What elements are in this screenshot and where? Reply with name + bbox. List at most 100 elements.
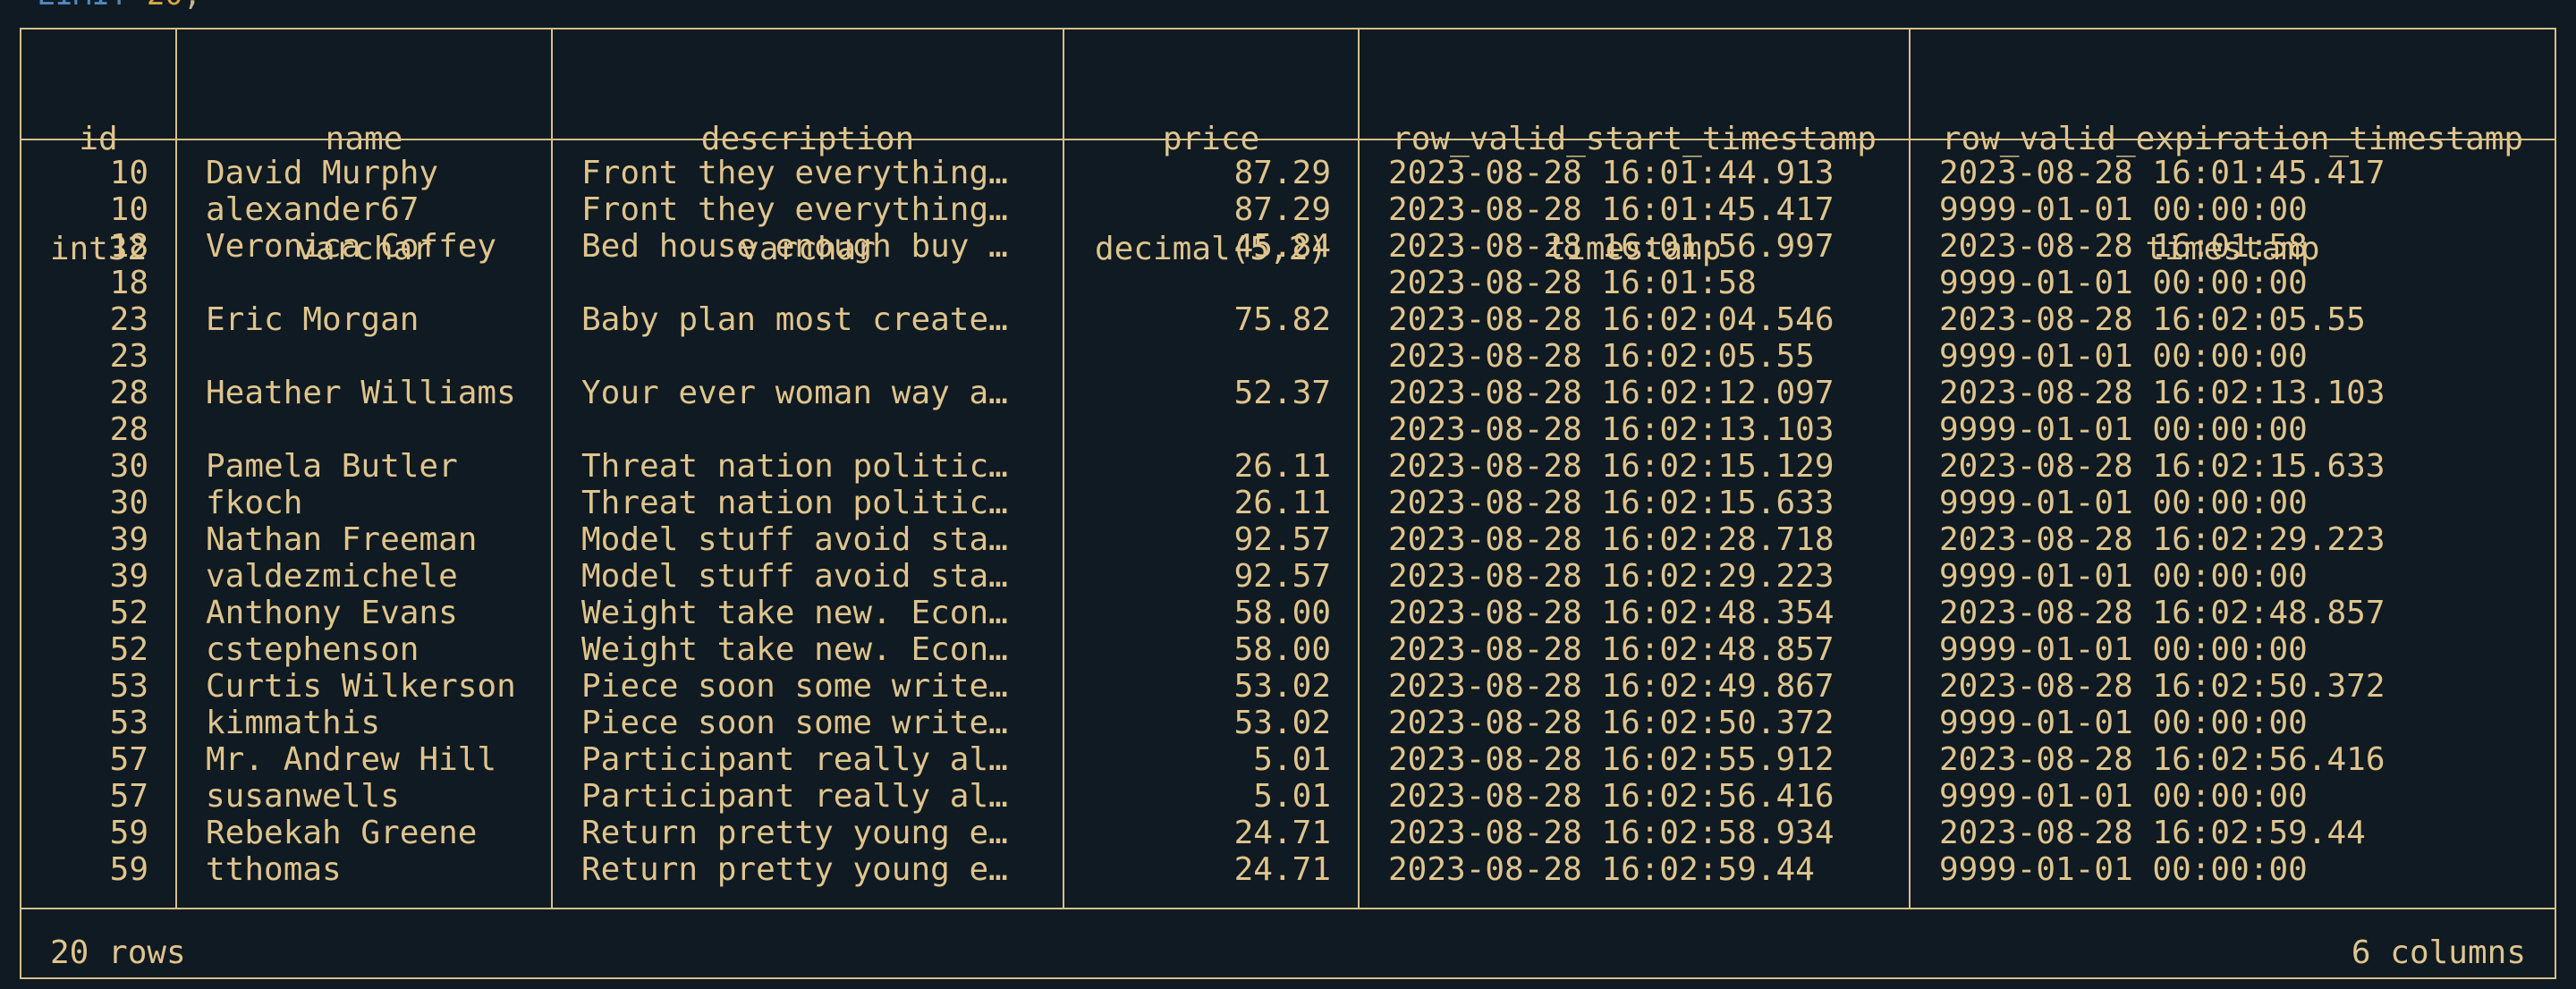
cell-start-timestamp: 2023-08-28 16:02:56.416	[1388, 778, 1835, 815]
cell-id: 53	[109, 705, 148, 741]
cell-expiration-timestamp: 9999-01-01 00:00:00	[1939, 338, 2308, 375]
cell-expiration-timestamp: 9999-01-01 00:00:00	[1939, 485, 2308, 521]
cell-expiration-timestamp: 2023-08-28 16:02:05.55	[1939, 301, 2366, 338]
cell-id: 59	[109, 815, 148, 851]
cell-price: 58.00	[1233, 631, 1331, 668]
limit-keyword: LIMIT	[37, 0, 128, 13]
cell-id: 10	[109, 155, 148, 191]
limit-value: 20	[147, 0, 183, 13]
cell-id: 39	[109, 558, 148, 595]
cell-start-timestamp: 2023-08-28 16:01:44.913	[1388, 155, 1835, 191]
cell-description: Front they everything…	[581, 155, 1008, 191]
table-row[interactable]: 23 Eric Morgan Baby plan most create… 75.82…	[21, 301, 2555, 338]
cell-expiration-timestamp: 2023-08-28 16:02:15.633	[1939, 448, 2385, 485]
result-table: id int32 name varchar description varcha…	[20, 28, 2556, 979]
cell-price: 24.71	[1233, 851, 1331, 888]
cell-description	[581, 338, 1055, 375]
cell-id: 30	[109, 485, 148, 521]
table-row[interactable]: 39 valdezmichele Model stuff avoid sta… 92.…	[21, 558, 2555, 595]
cell-name	[206, 411, 546, 448]
cell-description: Participant really al…	[581, 778, 1008, 815]
cell-name: cstephenson	[206, 631, 419, 668]
column-name: name	[325, 121, 403, 157]
table-row[interactable]: 59 Rebekah Greene Return pretty young e… 24…	[21, 815, 2555, 851]
cell-price	[1064, 265, 1331, 301]
cell-start-timestamp: 2023-08-28 16:02:28.718	[1388, 521, 1835, 558]
cell-price: 92.57	[1233, 521, 1331, 558]
table-row[interactable]: 30 fkoch Threat nation politic… 26.11 2023-0…	[21, 485, 2555, 521]
cell-start-timestamp: 2023-08-28 16:02:48.857	[1388, 631, 1835, 668]
table-row[interactable]: 18 Veronica Coffey Bed house enough buy … 4…	[21, 228, 2555, 265]
cell-description: Threat nation politic…	[581, 448, 1008, 485]
cell-expiration-timestamp: 9999-01-01 00:00:00	[1939, 631, 2308, 668]
cell-price: 52.37	[1233, 375, 1331, 411]
cell-start-timestamp: 2023-08-28 16:02:29.223	[1388, 558, 1835, 595]
cell-id: 53	[109, 668, 148, 705]
cell-price	[1064, 338, 1331, 375]
cell-name: kimmathis	[206, 705, 381, 741]
cell-id: 28	[109, 411, 148, 448]
cell-name	[206, 265, 546, 301]
column-name: row_valid_start_timestamp	[1392, 121, 1877, 157]
cell-start-timestamp: 2023-08-28 16:01:58	[1388, 265, 1757, 301]
cell-description: Model stuff avoid sta…	[581, 558, 1008, 595]
cell-price: 24.71	[1233, 815, 1331, 851]
column-name: row_valid_expiration_timestamp	[1941, 121, 2524, 157]
cell-expiration-timestamp: 2023-08-28 16:01:58	[1939, 228, 2308, 265]
cell-price: 75.82	[1233, 301, 1331, 338]
cell-price: 87.29	[1233, 191, 1331, 228]
cell-start-timestamp: 2023-08-28 16:02:55.912	[1388, 741, 1835, 778]
cell-start-timestamp: 2023-08-28 16:02:04.546	[1388, 301, 1835, 338]
cell-price: 87.29	[1233, 155, 1331, 191]
cell-description	[581, 411, 1055, 448]
cell-description: Weight take new. Econ…	[581, 595, 1008, 631]
cell-name: Veronica Coffey	[206, 228, 497, 265]
cell-start-timestamp: 2023-08-28 16:02:13.103	[1388, 411, 1835, 448]
table-row[interactable]: 10 alexander67 Front they everything… 87.29…	[21, 191, 2555, 228]
cell-id: 30	[109, 448, 148, 485]
cell-expiration-timestamp: 9999-01-01 00:00:00	[1939, 411, 2308, 448]
table-row[interactable]: 53 kimmathis Piece soon some write… 53.02 20…	[21, 705, 2555, 741]
cell-description: Piece soon some write…	[581, 668, 1008, 705]
table-row[interactable]: 59 tthomas Return pretty young e… 24.71 2023…	[21, 851, 2555, 888]
sql-prompt-line: ‣ LIMIT 20;	[0, 0, 201, 10]
cell-description: Front they everything…	[581, 191, 1008, 228]
table-row[interactable]: 10 David Murphy Front they everything… 87.2…	[21, 155, 2555, 191]
cell-expiration-timestamp: 2023-08-28 16:02:56.416	[1939, 741, 2385, 778]
cell-start-timestamp: 2023-08-28 16:02:49.867	[1388, 668, 1835, 705]
table-row[interactable]: 57 susanwells Participant really al… 5.01 20…	[21, 778, 2555, 815]
cell-expiration-timestamp: 2023-08-28 16:02:50.372	[1939, 668, 2385, 705]
cell-start-timestamp: 2023-08-28 16:02:48.354	[1388, 595, 1835, 631]
cell-id: 18	[109, 265, 148, 301]
table-row[interactable]: 52 Anthony Evans Weight take new. Econ… 58.…	[21, 595, 2555, 631]
cell-description	[581, 265, 1055, 301]
cell-name: Mr. Andrew Hill	[206, 741, 497, 778]
column-name: id	[79, 121, 118, 157]
table-row[interactable]: 39 Nathan Freeman Model stuff avoid sta… 92…	[21, 521, 2555, 558]
cell-name: valdezmichele	[206, 558, 458, 595]
cell-price	[1064, 411, 1331, 448]
cell-description: Baby plan most create…	[581, 301, 1008, 338]
cell-name: Heather Williams	[206, 375, 516, 411]
cell-id: 23	[109, 338, 148, 375]
column-name: description	[700, 121, 915, 157]
cell-start-timestamp: 2023-08-28 16:01:56.997	[1388, 228, 1835, 265]
cell-id: 52	[109, 595, 148, 631]
cell-name: fkoch	[206, 485, 303, 521]
table-row[interactable]: 18 2023-08-28 16:01:58 9999-01-01 00:00:00	[21, 265, 2555, 301]
statement-terminator: ;	[183, 0, 201, 13]
cell-id: 59	[109, 851, 148, 888]
table-row[interactable]: 23 2023-08-28 16:02:05.55 9999-01-01 00:00…	[21, 338, 2555, 375]
cell-price: 26.11	[1233, 485, 1331, 521]
table-row[interactable]: 53 Curtis Wilkerson Piece soon some write……	[21, 668, 2555, 705]
table-row[interactable]: 57 Mr. Andrew Hill Participant really al… 5…	[21, 741, 2555, 778]
cell-expiration-timestamp: 9999-01-01 00:00:00	[1939, 778, 2308, 815]
table-row[interactable]: 28 2023-08-28 16:02:13.103 9999-01-01 00:0…	[21, 411, 2555, 448]
table-row[interactable]: 28 Heather Williams Your ever woman way a……	[21, 375, 2555, 411]
table-row[interactable]: 30 Pamela Butler Threat nation politic… 26.…	[21, 448, 2555, 485]
table-row[interactable]: 52 cstephenson Weight take new. Econ… 58.00…	[21, 631, 2555, 668]
cell-description: Your ever woman way a…	[581, 375, 1008, 411]
cell-name: alexander67	[206, 191, 419, 228]
cell-id: 39	[109, 521, 148, 558]
prompt-caret: ‣	[0, 0, 18, 13]
